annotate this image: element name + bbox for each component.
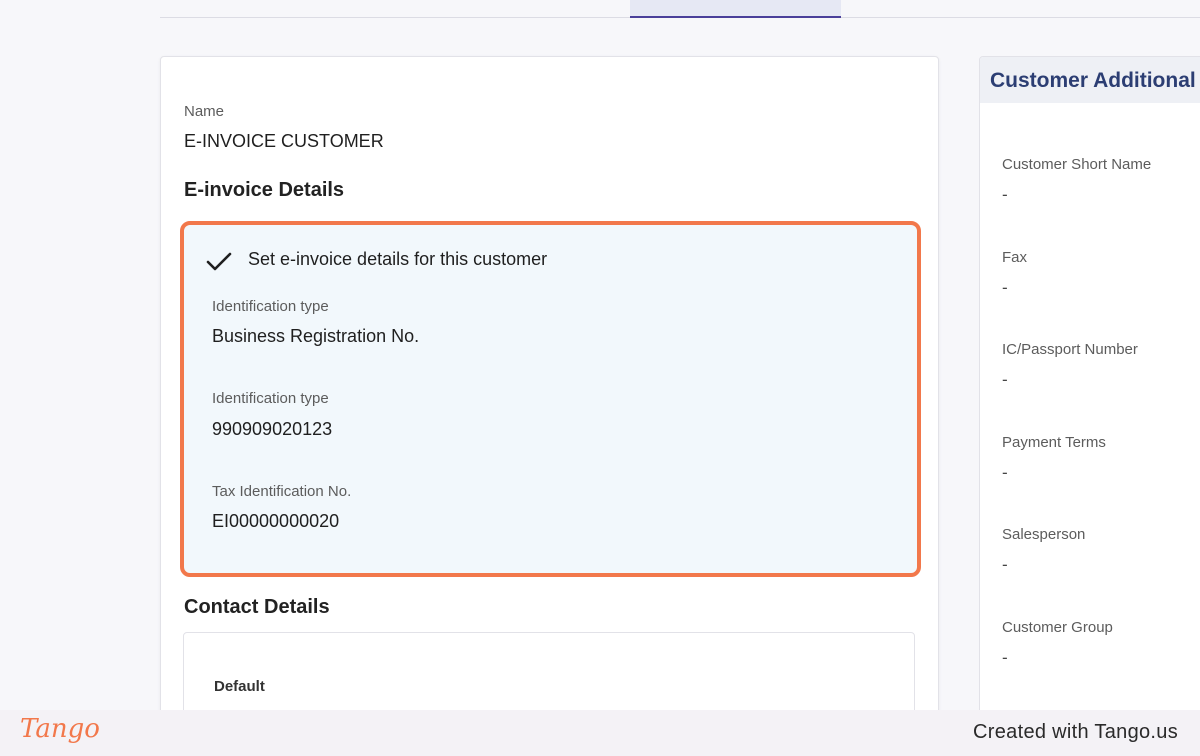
- einvoice-checkbox-label[interactable]: Set e-invoice details for this customer: [248, 249, 547, 270]
- salesperson-label: Salesperson: [1002, 526, 1086, 543]
- created-with-text: Created with Tango.us: [973, 721, 1178, 743]
- einvoice-section-title: E-invoice Details: [184, 179, 345, 201]
- payment-terms-value: -: [1002, 463, 1008, 482]
- customer-group-value: -: [1002, 648, 1008, 667]
- name-label: Name: [184, 103, 225, 120]
- contact-section-title: Contact Details: [184, 596, 330, 618]
- ic-passport-value: -: [1002, 370, 1008, 389]
- short-name-value: -: [1002, 185, 1008, 204]
- payment-terms-label: Payment Terms: [1002, 434, 1106, 451]
- identification-type-value: Business Registration No.: [212, 326, 420, 346]
- short-name-label: Customer Short Name: [1002, 156, 1152, 173]
- tax-id-value: EI00000000020: [212, 511, 340, 531]
- tango-logo: Tango: [20, 714, 100, 744]
- ic-passport-label: IC/Passport Number: [1002, 341, 1138, 358]
- identification-number-label: Identification type: [212, 390, 329, 407]
- side-title: Customer Additional: [990, 69, 1196, 92]
- fax-label: Fax: [1002, 249, 1028, 266]
- customer-group-label: Customer Group: [1002, 619, 1113, 636]
- check-icon[interactable]: [206, 251, 232, 273]
- salesperson-value: -: [1002, 555, 1008, 574]
- einvoice-details-box: Set e-invoice details for this customer …: [180, 221, 921, 577]
- customer-details-card: Name E-INVOICE CUSTOMER E-invoice Detail…: [160, 56, 939, 736]
- footer-bar: Tango Created with Tango.us: [0, 710, 1200, 756]
- side-header: Customer Additional: [980, 57, 1200, 103]
- contact-default-label: Default: [214, 678, 265, 695]
- customer-additional-card: Customer Additional Customer Short Name …: [979, 56, 1200, 736]
- name-value: E-INVOICE CUSTOMER: [184, 131, 384, 151]
- identification-type-label: Identification type: [212, 298, 329, 315]
- fax-value: -: [1002, 278, 1008, 297]
- tab-active[interactable]: [630, 0, 841, 18]
- identification-number-value: 990909020123: [212, 419, 333, 439]
- tax-id-label: Tax Identification No.: [212, 483, 352, 500]
